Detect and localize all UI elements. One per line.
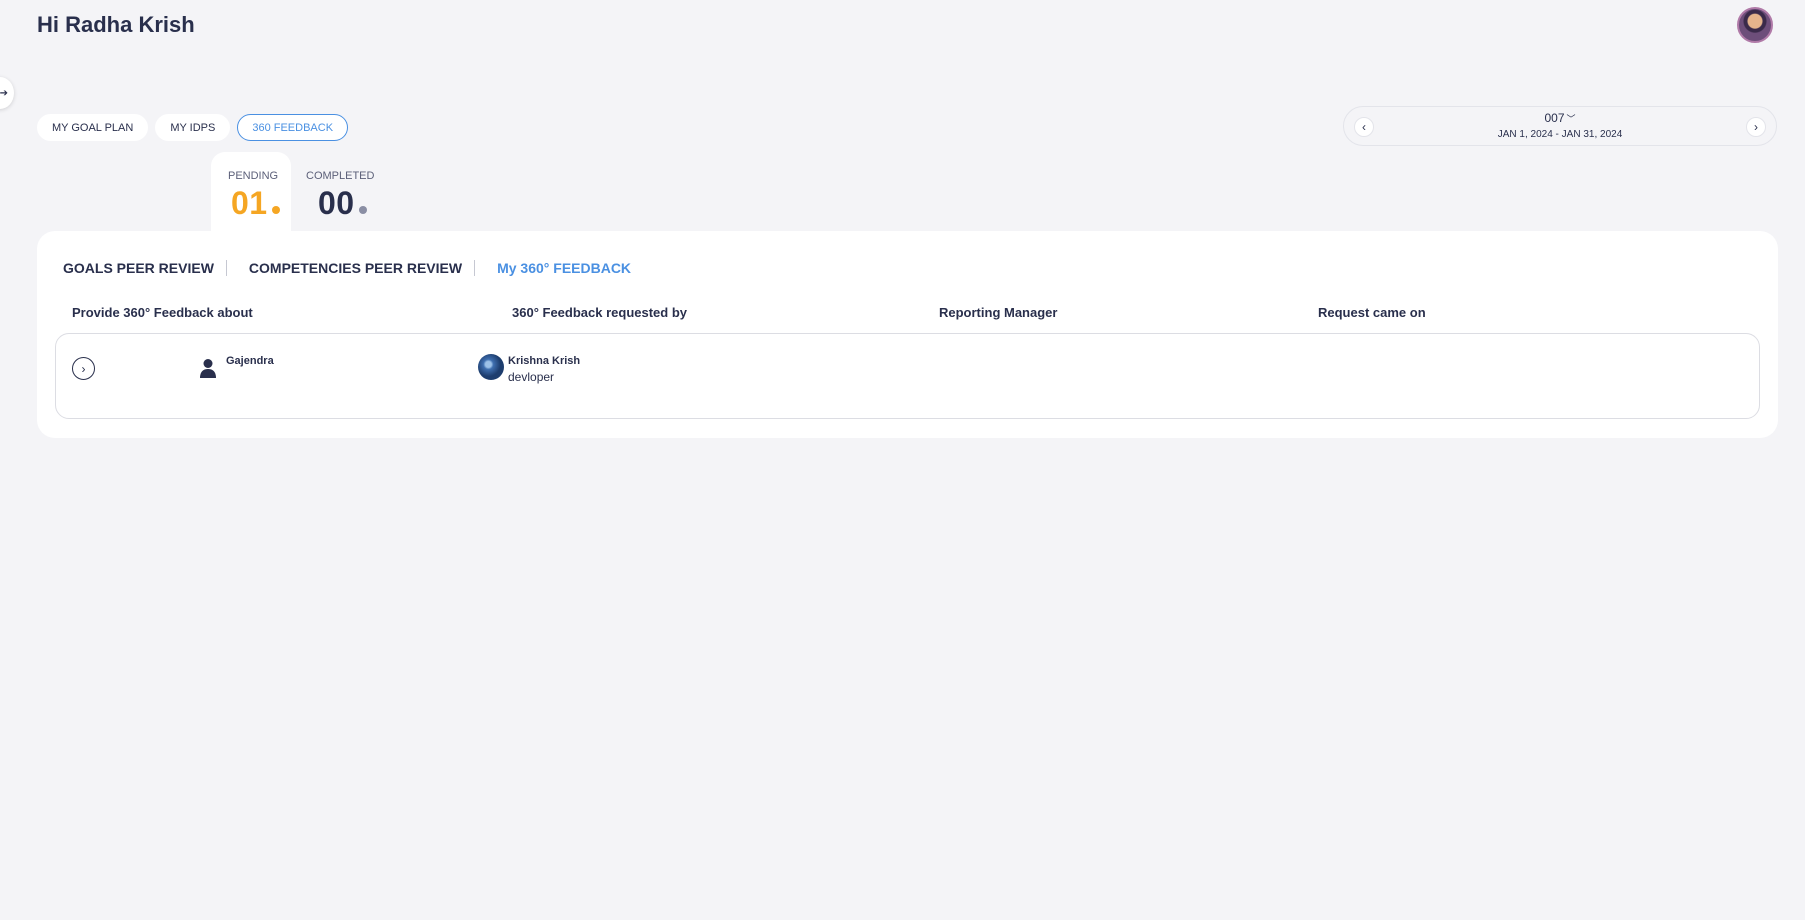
tab-divider (225, 260, 227, 276)
completed-dot-icon (358, 206, 367, 214)
sidebar-toggle-button[interactable]: ➔ (0, 77, 14, 109)
completed-tab[interactable]: COMPLETED 00 (291, 152, 381, 232)
cycle-dropdown[interactable]: 007 ﹀ (1344, 111, 1776, 125)
tab-360-feedback[interactable]: 360 FEEDBACK (237, 114, 349, 141)
tab-divider (474, 260, 476, 276)
column-header-request-came-on: Request came on (1318, 305, 1426, 320)
tab-my-goal-plan[interactable]: MY GOAL PLAN (37, 114, 149, 141)
tab-my-idps[interactable]: MY IDPS (155, 114, 231, 141)
page-greeting: Hi Radha Krish (37, 12, 195, 37)
feedback-card: GOALS PEER REVIEW COMPETENCIES PEER REVI… (37, 231, 1778, 438)
pending-dot-icon (271, 206, 280, 214)
requester-role: devloper (508, 370, 555, 384)
expand-row-button[interactable]: › (72, 357, 95, 380)
chevron-down-icon: ﹀ (1566, 114, 1576, 124)
tab-my-360-feedback[interactable]: My 360° FEEDBACK (497, 260, 631, 276)
column-header-reporting-manager: Reporting Manager (939, 305, 1058, 320)
person-icon (200, 359, 216, 378)
column-header-feedback-about: Provide 360° Feedback about (72, 305, 253, 320)
main-tabs: MY GOAL PLAN MY IDPS 360 FEEDBACK (37, 114, 349, 141)
pending-tab[interactable]: PENDING 01 (211, 152, 291, 232)
pending-count: 01 (231, 185, 280, 222)
tab-competencies-peer-review[interactable]: COMPETENCIES PEER REVIEW (249, 260, 462, 276)
period-range: JAN 1, 2024 - JAN 31, 2024 (1497, 129, 1623, 140)
completed-count: 00 (318, 185, 367, 222)
next-period-button[interactable]: › (1746, 117, 1766, 137)
pending-label: PENDING (228, 170, 279, 182)
feedback-about-name: Gajendra (226, 355, 274, 367)
column-header-requested-by: 360° Feedback requested by (512, 305, 687, 320)
requester-name: Krishna Krish (508, 355, 581, 367)
chevron-right-icon: › (1754, 120, 1758, 134)
table-row[interactable]: › Gajendra Krishna Krish devloper (55, 333, 1760, 419)
completed-count-value: 00 (318, 185, 355, 221)
user-avatar[interactable] (1737, 7, 1773, 43)
review-subtabs: GOALS PEER REVIEW COMPETENCIES PEER REVI… (63, 260, 631, 276)
completed-label: COMPLETED (306, 170, 375, 182)
period-selector: ‹ 007 ﹀ JAN 1, 2024 - JAN 31, 2024 › (1343, 106, 1777, 146)
arrow-right-icon: ➔ (0, 87, 8, 99)
page: ➔ Hi Radha Krish MY GOAL PLAN MY IDPS 36… (0, 0, 1805, 920)
tab-goals-peer-review[interactable]: GOALS PEER REVIEW (63, 260, 214, 276)
cycle-value: 007 (1544, 111, 1565, 125)
chevron-right-icon: › (81, 361, 86, 376)
pending-count-value: 01 (231, 185, 268, 221)
requester-avatar (478, 354, 504, 380)
